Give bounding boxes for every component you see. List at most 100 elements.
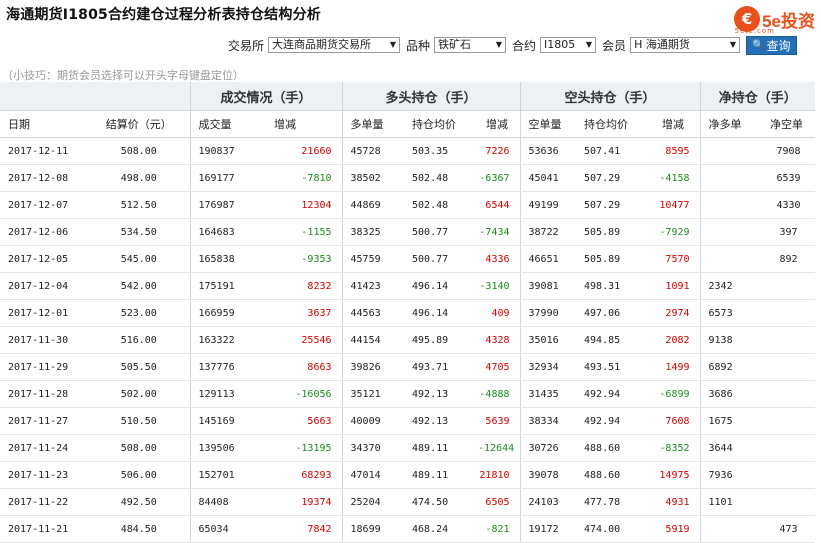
- table-cell: 31435: [519, 380, 577, 408]
- table-row: 2017-12-05 545.00 165838 -9353 45759 500.77 43…: [0, 245, 816, 273]
- table-cell: 12304: [266, 191, 343, 219]
- filter-label-0: 交易所: [228, 38, 265, 53]
- table-cell: 2017-11-29: [0, 353, 88, 381]
- group-header-row: 成交情况（手） 多头持仓（手） 空头持仓（手） 净持仓（手）: [0, 82, 816, 111]
- table-cell: 5919: [654, 515, 701, 543]
- column-header-6[interactable]: 增减: [478, 110, 521, 138]
- table-row: 2017-11-28 502.00 129113 -16056 35121 492.13-…: [0, 380, 816, 408]
- table-cell: 492.94: [576, 407, 655, 435]
- column-header-10[interactable]: 净多单: [699, 110, 763, 138]
- table-cell: 30726: [519, 434, 577, 462]
- table-cell: [699, 218, 763, 246]
- table-cell: 506.00: [88, 461, 190, 489]
- table-cell: 53636: [519, 137, 577, 165]
- table-cell: 49199: [519, 191, 577, 219]
- table-cell: 1101: [699, 488, 763, 516]
- table-cell: 152701: [189, 461, 266, 489]
- table-cell: 4705: [478, 353, 521, 381]
- table-cell: 508.00: [88, 137, 190, 165]
- table-cell: 2017-12-05: [0, 245, 88, 273]
- table-cell: 7226: [478, 137, 521, 165]
- table-cell: 542.00: [88, 272, 190, 300]
- table-cell: 44154: [341, 326, 405, 354]
- table-body: 2017-12-11 508.00 190837 21660 45728 503.35 72…: [0, 137, 816, 543]
- table-cell: 21660: [266, 137, 343, 165]
- table-cell: [762, 407, 816, 435]
- table-cell: [762, 272, 816, 300]
- table-cell: 45759: [341, 245, 405, 273]
- table-cell: -6899: [654, 380, 701, 408]
- table-cell: 505.89: [576, 218, 655, 246]
- column-header-9[interactable]: 增减: [654, 110, 701, 138]
- group-header-long: 多头持仓（手）: [341, 82, 521, 111]
- table-cell: 503.35: [404, 137, 479, 165]
- table-cell: 7842: [266, 515, 343, 543]
- table-cell: -7434: [478, 218, 521, 246]
- filter-select-3[interactable]: H 海通期货 ▼: [630, 37, 741, 53]
- filter-select-2[interactable]: I1805 ▼: [540, 37, 597, 53]
- table-cell: 6544: [478, 191, 521, 219]
- table-cell: 18699: [341, 515, 405, 543]
- table-cell: 2017-11-21: [0, 515, 88, 543]
- table-row: 2017-12-01 523.00 166959 3637 44563 496.14 409…: [0, 299, 816, 327]
- table-cell: 2017-12-01: [0, 299, 88, 327]
- filter-label-2: 合约: [512, 38, 537, 53]
- table-cell: 507.41: [576, 137, 655, 165]
- table-cell: 37990: [519, 299, 577, 327]
- table-cell: 534.50: [88, 218, 190, 246]
- table-cell: 516.00: [88, 326, 190, 354]
- table-cell: 45728: [341, 137, 405, 165]
- table-cell: 24103: [519, 488, 577, 516]
- column-header-1[interactable]: 结算价（元）: [88, 110, 190, 138]
- column-header-0[interactable]: 日期: [0, 110, 88, 138]
- column-header-8[interactable]: 持仓均价: [576, 110, 655, 138]
- table-cell: 502.48: [404, 191, 479, 219]
- table-cell: 164683: [189, 218, 266, 246]
- query-button-label: 查询: [766, 38, 791, 53]
- column-header-11[interactable]: 净空单: [762, 110, 816, 138]
- filter-label-1: 品种: [406, 38, 431, 53]
- column-header-5[interactable]: 持仓均价: [404, 110, 479, 138]
- table-cell: 477.78: [576, 488, 655, 516]
- table-cell: 489.11: [404, 461, 479, 489]
- filter-select-1[interactable]: 铁矿石 ▼: [434, 37, 507, 53]
- column-header-row: 日期 结算价（元） 成交量 增减 多单量 持仓均价 增减 空单量 持仓均价 增减 净多单 净空单: [0, 110, 816, 138]
- table-cell: 38722: [519, 218, 577, 246]
- table-cell: 2017-11-27: [0, 407, 88, 435]
- column-header-4[interactable]: 多单量: [341, 110, 405, 138]
- table-cell: 510.50: [88, 407, 190, 435]
- table-cell: 40009: [341, 407, 405, 435]
- table-cell: 498.00: [88, 164, 190, 192]
- table-cell: 6539: [762, 164, 816, 192]
- query-button[interactable]: 🔍 查询: [746, 35, 797, 55]
- table-cell: 493.51: [576, 353, 655, 381]
- table-cell: 34370: [341, 434, 405, 462]
- table-cell: 35121: [341, 380, 405, 408]
- table-cell: 2082: [654, 326, 701, 354]
- table-cell: 892: [762, 245, 816, 273]
- table-cell: [699, 515, 763, 543]
- filter-select-0[interactable]: 大连商品期货交易所 ▼: [268, 37, 401, 53]
- table-cell: 39078: [519, 461, 577, 489]
- table-cell: 2017-12-08: [0, 164, 88, 192]
- table-cell: 498.31: [576, 272, 655, 300]
- table-cell: 473: [762, 515, 816, 543]
- position-table: 成交情况（手） 多头持仓（手） 空头持仓（手） 净持仓（手） 日期 结算价（元）成…: [0, 82, 816, 543]
- table-cell: 8232: [266, 272, 343, 300]
- column-header-2[interactable]: 成交量: [189, 110, 266, 138]
- table-cell: 474.50: [404, 488, 479, 516]
- table-cell: 38502: [341, 164, 405, 192]
- table-cell: 169177: [189, 164, 266, 192]
- table-cell: 32934: [519, 353, 577, 381]
- logo-subtext: 5etz.com: [734, 27, 775, 35]
- table-cell: 6892: [699, 353, 763, 381]
- site-logo[interactable]: € 5e投资 5etz.com: [734, 2, 815, 36]
- column-header-7[interactable]: 空单量: [519, 110, 577, 138]
- filter-select-value: I1805: [544, 38, 576, 51]
- table-cell: 496.14: [404, 299, 479, 327]
- column-header-3[interactable]: 增减: [266, 110, 343, 138]
- table-cell: 492.13: [404, 380, 479, 408]
- table-cell: 484.50: [88, 515, 190, 543]
- table-cell: 47014: [341, 461, 405, 489]
- table-cell: -6367: [478, 164, 521, 192]
